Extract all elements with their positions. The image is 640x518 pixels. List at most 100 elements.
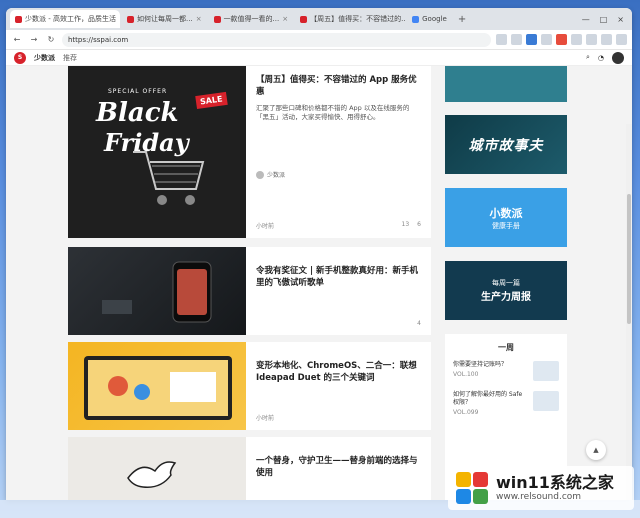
article-body: 一个替身，守护卫生——替身前端的选择与使用 (246, 437, 431, 500)
tab-4[interactable]: 【周五】值得买：不容错过的... × (295, 10, 405, 28)
browser-window: 少数派 - 高效工作，品质生活 × 如何让每周一都... × 一款值得一看的..… (6, 8, 632, 500)
close-icon[interactable]: × (196, 15, 202, 23)
article-meta: 小时前 (256, 413, 421, 422)
site-favicon-icon (127, 15, 134, 23)
new-tab-button[interactable]: + (454, 14, 470, 25)
recommend-vol: VOL.100 (453, 371, 479, 378)
thumb-sale-tag: SALE (195, 91, 228, 110)
article-card[interactable]: 变形本地化、ChromeOS、二合一：联想 Ideapad Duet 的三个关键… (68, 342, 431, 430)
back-to-top-button[interactable]: ▲ (586, 440, 606, 460)
back-button[interactable]: ← (11, 35, 23, 44)
nav-item-recommend[interactable]: 推荐 (63, 53, 77, 63)
sidebar-banner-weekly[interactable]: 每周一篇 生产力周报 (445, 261, 567, 320)
phone-image-icon (172, 261, 212, 323)
banner-subtitle: 健康手册 (492, 221, 520, 230)
tab-3[interactable]: 一款值得一看的... × (209, 10, 294, 28)
device-icon (102, 300, 132, 314)
article-time: 小时前 (256, 223, 275, 230)
article-title[interactable]: 【周五】值得买：不容错过的 App 服务优惠 (256, 74, 421, 98)
like-count: 13 (401, 221, 410, 228)
tab-label: 如何让每周一都... (137, 15, 193, 23)
article-meta: 4 (256, 320, 421, 327)
menu-icon[interactable] (616, 34, 627, 45)
shopping-cart-icon (133, 151, 205, 205)
notification-icon[interactable]: ◔ (598, 54, 604, 62)
tab-label: 少数派 - 高效工作，品质生活 (25, 15, 116, 23)
maximize-button[interactable]: □ (600, 15, 608, 24)
extension-icon[interactable] (496, 34, 507, 45)
sidebar-banner-health[interactable]: 小数派 健康手册 (445, 188, 567, 247)
sidebar-banner-city[interactable]: 城市故事夫 (445, 115, 567, 174)
article-thumbnail[interactable] (68, 342, 246, 430)
article-thumbnail[interactable] (68, 437, 246, 500)
article-time: 小时前 (256, 415, 275, 422)
extension-icon[interactable] (586, 34, 597, 45)
site-header: S 少数派 推荐 ⌕ ◔ (6, 50, 632, 66)
address-text: https://sspai.com (68, 35, 129, 44)
article-card[interactable]: SPECIAL OFFER Black Friday SALE 【周五】值得买：… (68, 66, 431, 238)
article-thumbnail[interactable] (68, 247, 246, 335)
tab-label: Google (422, 15, 447, 23)
author-name: 少数派 (267, 172, 286, 179)
page-scrollbar[interactable] (626, 124, 632, 500)
address-bar[interactable]: https://sspai.com (62, 32, 491, 47)
article-excerpt: 汇聚了那些口碑和价格都不错的 App 以及在线服务的「黑五」活动，大家买得愉快、… (256, 104, 410, 121)
comment-count: 4 (417, 320, 421, 327)
tablet-image-icon (84, 356, 232, 420)
site-brand[interactable]: 少数派 (34, 53, 55, 63)
extension-icon[interactable] (571, 34, 582, 45)
article-body: 变形本地化、ChromeOS、二合一：联想 Ideapad Duet 的三个关键… (246, 342, 431, 430)
recommend-item[interactable]: 如何了解你最好用的 Safe 权限？ VOL.099 (453, 391, 559, 417)
tab-label: 【周五】值得买：不容错过的... (310, 15, 406, 23)
article-card[interactable]: 令我有奖征文 | 新手机整款真好用：新手机里的飞傲试听歌单 4 (68, 247, 431, 335)
watermark-title: win11系统之家 (496, 473, 614, 492)
recommend-item[interactable]: 你需要坚持记账吗？ VOL.100 (453, 361, 559, 381)
article-author[interactable]: 少数派 (256, 170, 285, 179)
recommend-thumbnail (533, 391, 559, 411)
article-title[interactable]: 令我有奖征文 | 新手机整款真好用：新手机里的飞傲试听歌单 (256, 265, 421, 289)
close-icon[interactable]: × (282, 15, 288, 23)
close-icon[interactable]: × (119, 15, 120, 23)
site-favicon-icon (15, 15, 22, 23)
article-thumbnail[interactable]: SPECIAL OFFER Black Friday SALE (68, 66, 246, 238)
forward-button[interactable]: → (28, 35, 40, 44)
tab-google[interactable]: Google (407, 10, 452, 28)
site-logo-icon[interactable]: S (14, 51, 26, 64)
extension-icon[interactable] (556, 34, 567, 45)
scrollbar-thumb[interactable] (627, 194, 631, 324)
extension-icon[interactable] (601, 34, 612, 45)
extensions-bar (496, 34, 627, 45)
extension-icon[interactable] (526, 34, 537, 45)
article-card[interactable]: 一个替身，守护卫生——替身前端的选择与使用 (68, 437, 431, 500)
watermark-url: www.relsound.com (496, 492, 582, 502)
recommend-text: 你需要坚持记账吗？ (453, 361, 508, 368)
recommend-thumbnail (533, 361, 559, 381)
site-favicon-icon (300, 15, 308, 23)
tab-2[interactable]: 如何让每周一都... × (122, 10, 207, 28)
comment-count: 6 (417, 221, 421, 228)
article-body: 【周五】值得买：不容错过的 App 服务优惠 汇聚了那些口碑和价格都不错的 Ap… (246, 66, 431, 238)
banner-subtitle: 每周一篇 (492, 279, 520, 287)
banner-title: 小数派 (489, 206, 523, 220)
bird-image-icon (127, 461, 177, 488)
extension-icon[interactable] (511, 34, 522, 45)
recommend-heading: 一周 (498, 343, 514, 352)
content-area: SPECIAL OFFER Black Friday SALE 【周五】值得买：… (6, 66, 632, 500)
minimize-button[interactable]: — (582, 15, 590, 24)
windows-logo-icon (454, 470, 490, 506)
avatar[interactable] (612, 51, 624, 64)
close-window-button[interactable]: × (617, 15, 624, 24)
search-icon[interactable]: ⌕ (586, 53, 590, 62)
thumb-special-text: SPECIAL OFFER (108, 88, 168, 95)
browser-toolbar: ← → ↻ https://sspai.com (6, 30, 632, 50)
header-right: ⌕ ◔ (586, 51, 624, 64)
watermark: win11系统之家 www.relsound.com (448, 466, 634, 510)
tab-sspai[interactable]: 少数派 - 高效工作，品质生活 × (10, 10, 120, 28)
article-title[interactable]: 变形本地化、ChromeOS、二合一：联想 Ideapad Duet 的三个关键… (256, 360, 421, 384)
article-title[interactable]: 一个替身，守护卫生——替身前端的选择与使用 (256, 455, 421, 479)
reload-button[interactable]: ↻ (45, 35, 57, 44)
extension-icon[interactable] (541, 34, 552, 45)
thumb-black-text: Black (96, 98, 179, 128)
sidebar-banner-top[interactable] (445, 66, 567, 102)
window-controls: — □ × (582, 15, 632, 24)
